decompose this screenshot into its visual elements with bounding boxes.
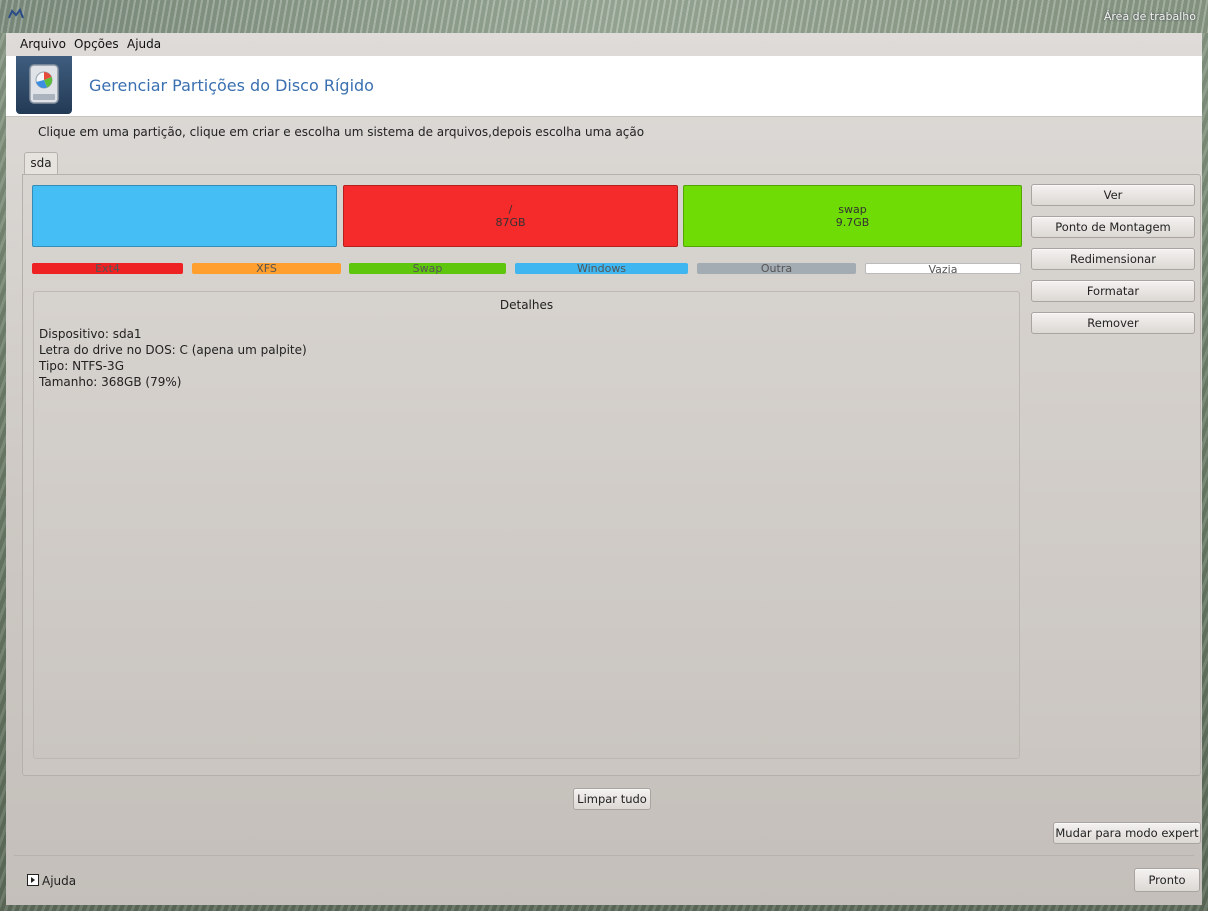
- help-toggle[interactable]: Ajuda: [27, 874, 76, 888]
- detail-device: Dispositivo: sda1: [39, 327, 142, 341]
- details-box: Detalhes Dispositivo: sda1 Letra do driv…: [33, 291, 1020, 759]
- partition-mount: swap: [838, 203, 867, 216]
- done-button[interactable]: Pronto: [1134, 868, 1200, 892]
- legend-windows: Windows: [515, 263, 688, 274]
- expand-arrow-icon: [27, 874, 39, 886]
- tab-sda[interactable]: sda: [24, 152, 58, 175]
- legend-swap: Swap: [349, 263, 506, 274]
- partition-mount: /: [508, 203, 513, 216]
- legend-xfs: XFS: [192, 263, 341, 274]
- instruction-text: Clique em uma partição, clique em criar …: [38, 125, 645, 139]
- partition-manager-window: Arquivo Opções Ajuda Gerenciar Partições…: [6, 33, 1202, 905]
- mount-point-button[interactable]: Ponto de Montagem: [1031, 216, 1195, 238]
- legend-outra: Outra: [697, 263, 856, 274]
- menu-arquivo[interactable]: Arquivo: [20, 37, 66, 51]
- detail-dos-letter: Letra do drive no DOS: C (apena um palpi…: [39, 343, 307, 357]
- view-button[interactable]: Ver: [1031, 184, 1195, 206]
- window-titlebar[interactable]: Área de trabalho: [0, 0, 1208, 33]
- format-button[interactable]: Formatar: [1031, 280, 1195, 302]
- disk-icon: [16, 56, 72, 114]
- detail-size: Tamanho: 368GB (79%): [39, 375, 182, 389]
- detail-type: Tipo: NTFS-3G: [39, 359, 124, 373]
- header-banner: Gerenciar Partições do Disco Rígido: [6, 56, 1202, 117]
- details-title: Detalhes: [499, 298, 554, 312]
- menu-opcoes[interactable]: Opções: [74, 37, 119, 51]
- partition-sda1[interactable]: [32, 185, 337, 247]
- menu-ajuda[interactable]: Ajuda: [127, 37, 161, 51]
- partition-size: 87GB: [495, 216, 526, 229]
- mageia-logo-icon: [8, 8, 24, 19]
- legend-ext4: Ext4: [32, 263, 183, 274]
- expert-mode-button[interactable]: Mudar para modo expert: [1053, 822, 1201, 844]
- remove-button[interactable]: Remover: [1031, 312, 1195, 334]
- partition-size: 9.7GB: [835, 216, 870, 229]
- legend-vazia: Vazia: [865, 263, 1021, 275]
- page-title: Gerenciar Partições do Disco Rígido: [89, 76, 374, 95]
- footer-divider: [14, 855, 1194, 856]
- partition-root[interactable]: / 87GB: [343, 185, 678, 247]
- help-label: Ajuda: [42, 874, 77, 888]
- clear-all-button[interactable]: Limpar tudo: [573, 788, 651, 810]
- menubar: Arquivo Opções Ajuda: [6, 33, 1202, 56]
- disk-panel: / 87GB swap 9.7GB Ext4 XFS Swap Windows …: [22, 174, 1201, 776]
- partition-swap[interactable]: swap 9.7GB: [683, 185, 1022, 247]
- titlebar-text: Área de trabalho: [1103, 10, 1196, 23]
- resize-button[interactable]: Redimensionar: [1031, 248, 1195, 270]
